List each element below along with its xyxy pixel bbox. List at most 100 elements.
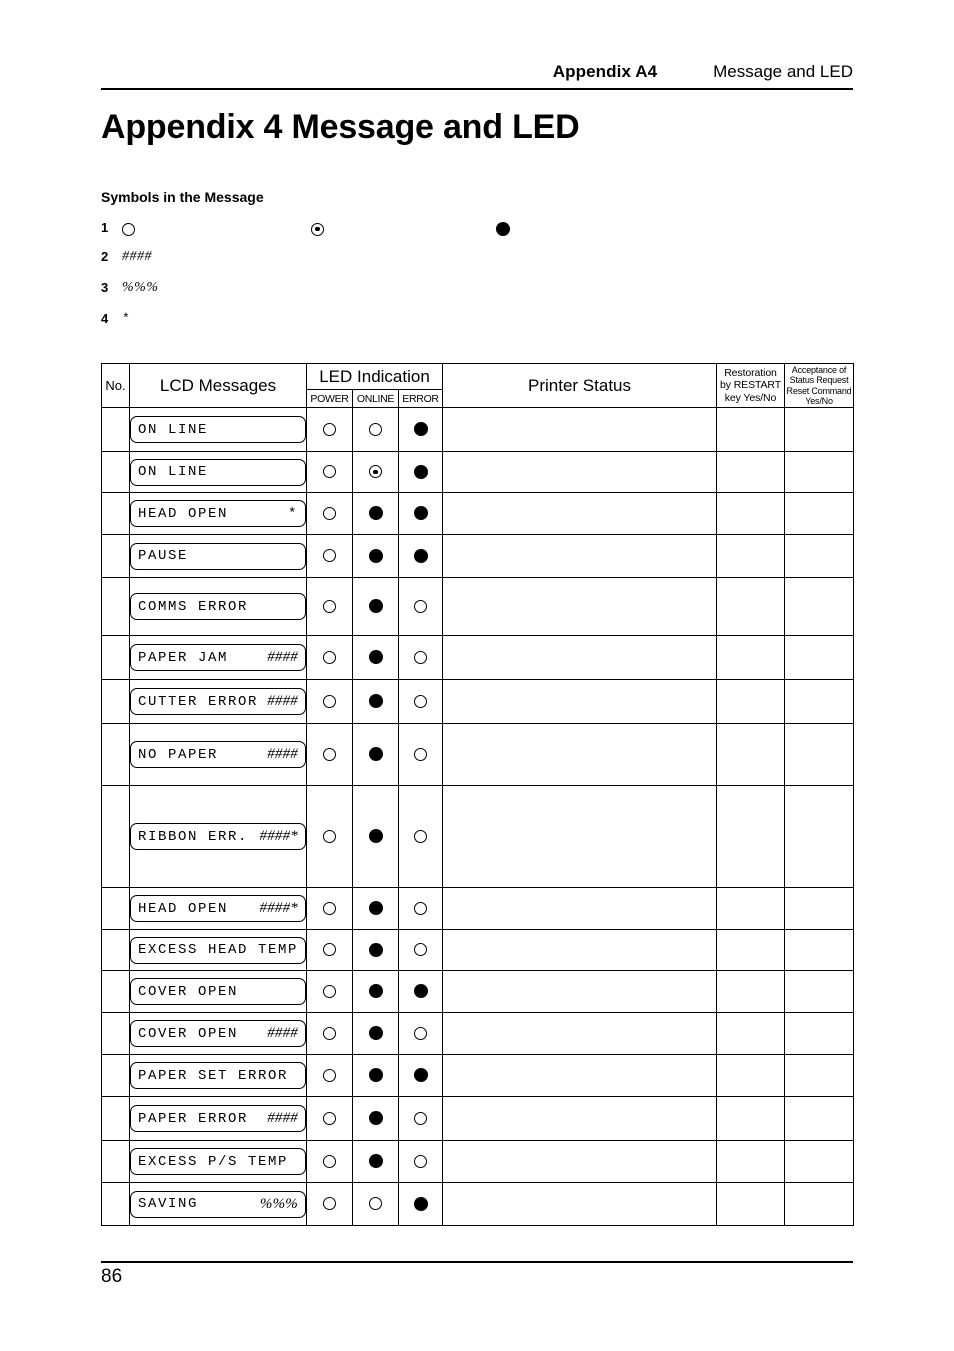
cell-lcd-message: HEAD OPEN ####*: [129, 887, 307, 930]
table-header-row-1: No. LCD Messages LED Indication Printer …: [101, 363, 855, 408]
led-open-circle-icon: [323, 422, 336, 436]
led-open-circle-icon: [323, 549, 336, 563]
cell-acceptance: [784, 492, 855, 535]
table-row: PAPER SET ERROR: [101, 1054, 855, 1097]
led-filled-circle-icon: [368, 984, 383, 999]
cell-printer-status: [442, 635, 718, 680]
lcd-message-text: ON LINE: [138, 464, 209, 480]
lcd-display: ON LINE: [130, 416, 306, 443]
symbol-row-1: 1: [101, 220, 701, 240]
cell-no: [101, 887, 130, 930]
cell-led-error: [397, 1096, 444, 1141]
led-open-circle-icon: [414, 901, 427, 915]
cell-lcd-message: COMMS ERROR: [129, 577, 307, 636]
led-filled-circle-icon: [368, 694, 383, 709]
cell-led-error: [397, 1054, 444, 1097]
led-filled-circle-icon: [368, 506, 383, 521]
lcd-message-text: PAPER JAM: [138, 649, 229, 666]
led-open-circle-icon: [414, 829, 427, 843]
cell-led-online: [352, 1140, 399, 1183]
lcd-display: PAPER ERROR ####: [130, 1105, 306, 1132]
cell-acceptance: [784, 1012, 855, 1055]
led-filled-circle-icon: [368, 1026, 383, 1041]
cell-led-error: [397, 1140, 444, 1183]
cell-lcd-message: ON LINE: [129, 407, 307, 452]
cell-printer-status: [442, 577, 718, 636]
cell-led-online: [352, 785, 399, 888]
cell-led-power: [306, 679, 353, 724]
cell-led-online: [352, 970, 399, 1013]
led-open-circle-icon: [414, 1154, 427, 1168]
cell-acceptance: [784, 577, 855, 636]
cell-acceptance: [784, 679, 855, 724]
led-dot-circle-icon: [311, 222, 324, 236]
lcd-display: NO PAPER ####: [130, 741, 306, 768]
led-open-circle-icon: [323, 1026, 336, 1040]
symbol-row-4: 4 *: [101, 311, 701, 331]
table-row: EXCESS HEAD TEMP: [101, 929, 855, 971]
led-open-circle-icon: [369, 422, 382, 436]
cell-led-error: [397, 679, 444, 724]
table-row: PAPER ERROR ####: [101, 1096, 855, 1141]
lcd-placeholder-text: ####: [267, 1025, 298, 1041]
cell-acceptance: [784, 534, 855, 578]
led-filled-circle-icon: [413, 984, 428, 999]
header-appendix-label: Appendix A4: [552, 62, 658, 81]
cell-led-error: [397, 407, 444, 452]
cell-acceptance: [784, 451, 855, 493]
cell-printer-status: [442, 887, 718, 930]
cell-led-power: [306, 970, 353, 1013]
cell-led-error: [397, 635, 444, 680]
led-open-circle-icon: [414, 1026, 427, 1040]
led-filled-circle-icon: [368, 650, 383, 665]
cell-lcd-message: EXCESS P/S TEMP: [129, 1140, 307, 1183]
cell-no: [101, 679, 130, 724]
header-section-title: Message and LED: [713, 62, 853, 81]
cell-no: [101, 407, 130, 452]
lcd-placeholder-text: *: [287, 505, 298, 522]
page-title: Appendix 4 Message and LED: [101, 108, 580, 146]
lcd-display: RIBBON ERR. ####*: [130, 823, 306, 850]
cell-restoration: [716, 492, 786, 535]
led-open-circle-icon: [122, 222, 135, 236]
acceptance-line-2: Status Request: [789, 375, 849, 386]
lcd-display: CUTTER ERROR ####: [130, 688, 306, 715]
table-row: HEAD OPEN *: [101, 492, 855, 535]
table-row: PAPER JAM ####: [101, 635, 855, 680]
symbol-number: 4: [101, 311, 109, 326]
cell-no: [101, 929, 130, 971]
led-open-circle-icon: [323, 599, 336, 613]
led-open-circle-icon: [414, 650, 427, 664]
led-open-circle-icon: [323, 1068, 336, 1082]
cell-led-power: [306, 635, 353, 680]
cell-printer-status: [442, 534, 718, 578]
cell-lcd-message: EXCESS HEAD TEMP: [129, 929, 307, 971]
cell-printer-status: [442, 1096, 718, 1141]
cell-printer-status: [442, 492, 718, 535]
table-row: ON LINE: [101, 407, 855, 452]
running-header: Appendix A4 Message and LED: [101, 62, 853, 90]
symbol-number: 1: [101, 220, 109, 235]
lcd-display: ON LINE: [130, 458, 306, 486]
led-open-circle-icon: [323, 1111, 336, 1125]
led-filled-circle-icon: [368, 1068, 383, 1083]
cell-led-error: [397, 970, 444, 1013]
cell-led-power: [306, 577, 353, 636]
cell-printer-status: [442, 1182, 718, 1226]
cell-no: [101, 1182, 130, 1226]
lcd-display: HEAD OPEN ####*: [130, 895, 306, 922]
led-filled-circle-icon: [368, 942, 383, 957]
cell-led-online: [352, 1182, 399, 1226]
cell-restoration: [716, 785, 786, 888]
led-open-circle-icon: [323, 1197, 336, 1211]
cell-led-online: [352, 451, 399, 493]
lcd-placeholder-text: ####: [267, 693, 298, 709]
led-open-circle-icon: [414, 943, 427, 957]
cell-led-online: [352, 1012, 399, 1055]
cell-no: [101, 1012, 130, 1055]
lcd-message-text: SAVING: [138, 1196, 199, 1212]
lcd-message-text: COVER OPEN: [138, 983, 239, 1000]
table-row: SAVING%%%: [101, 1182, 855, 1226]
cell-no: [101, 1140, 130, 1183]
restoration-line-1: Restoration: [724, 366, 777, 379]
